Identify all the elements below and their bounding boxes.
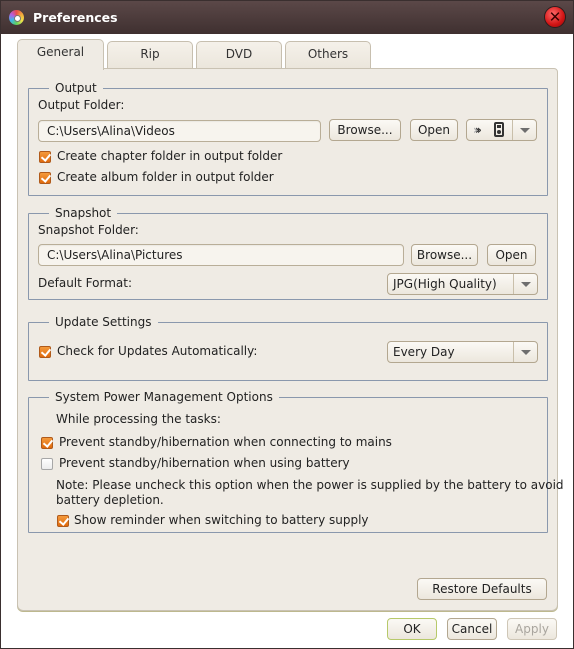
disc-app-icon	[9, 10, 24, 25]
battery-reminder-checkbox[interactable]	[57, 515, 69, 527]
snapshot-folder-input[interactable]: C:\Users\Alina\Pictures	[38, 244, 404, 266]
snapshot-open-button[interactable]: Open	[487, 244, 536, 266]
prevent-standby-mains-label: Prevent standby/hibernation when connect…	[59, 435, 392, 449]
chapter-folder-checkbox[interactable]	[39, 151, 51, 163]
tab-general[interactable]: General	[17, 39, 104, 70]
chevron-down-icon[interactable]	[513, 274, 537, 294]
apply-button[interactable]: Apply	[507, 618, 557, 640]
update-settings-legend: Update Settings	[49, 315, 158, 329]
update-frequency-value: Every Day	[393, 345, 455, 359]
snapshot-folder-label: Snapshot Folder:	[38, 223, 139, 237]
title-bar[interactable]: Preferences ✕	[1, 1, 573, 34]
forward-arrows-icon: ›››	[473, 123, 482, 137]
output-browse-button[interactable]: Browse...	[329, 119, 401, 141]
auto-update-checkbox[interactable]	[39, 346, 51, 358]
default-format-label: Default Format:	[38, 276, 132, 290]
prevent-standby-mains-checkbox[interactable]	[41, 437, 53, 449]
output-group-legend: Output	[49, 81, 103, 95]
chevron-down-icon[interactable]	[513, 342, 537, 362]
tab-label: Others	[307, 47, 349, 61]
power-intro-text: While processing the tasks:	[56, 412, 221, 426]
tab-label: General	[36, 45, 85, 59]
snapshot-browse-button[interactable]: Browse...	[411, 244, 478, 266]
tab-dvd[interactable]: DVD	[196, 41, 282, 68]
device-select[interactable]: ›››	[466, 119, 537, 141]
tab-others[interactable]: Others	[285, 41, 371, 68]
output-folder-label: Output Folder:	[38, 98, 125, 112]
power-management-legend: System Power Management Options	[49, 390, 279, 404]
portable-player-icon	[494, 122, 504, 137]
chevron-down-icon[interactable]	[512, 120, 536, 140]
close-icon[interactable]: ✕	[544, 6, 566, 28]
default-format-value: JPG(High Quality)	[393, 277, 497, 291]
output-folder-input[interactable]: C:\Users\Alina\Videos	[38, 120, 321, 142]
update-frequency-select[interactable]: Every Day	[387, 341, 538, 363]
chapter-folder-label: Create chapter folder in output folder	[57, 149, 283, 163]
prevent-standby-battery-checkbox[interactable]	[41, 458, 53, 470]
prevent-standby-battery-label: Prevent standby/hibernation when using b…	[59, 456, 350, 470]
preferences-dialog: Preferences ✕ General Rip DVD Others Out…	[0, 0, 574, 649]
ok-button[interactable]: OK	[387, 618, 437, 640]
cancel-button[interactable]: Cancel	[447, 618, 497, 640]
album-folder-checkbox[interactable]	[39, 172, 51, 184]
snapshot-group-legend: Snapshot	[49, 206, 118, 220]
auto-update-label: Check for Updates Automatically:	[57, 344, 258, 358]
battery-reminder-label: Show reminder when switching to battery …	[74, 513, 369, 527]
battery-note-line1: Note: Please uncheck this option when th…	[56, 478, 564, 492]
window-title: Preferences	[33, 10, 118, 25]
tab-rip[interactable]: Rip	[107, 41, 193, 68]
battery-note-line2: battery depletion.	[56, 493, 164, 507]
tab-label: DVD	[225, 47, 253, 61]
restore-defaults-button[interactable]: Restore Defaults	[417, 578, 547, 600]
album-folder-label: Create album folder in output folder	[57, 170, 274, 184]
tab-label: Rip	[140, 47, 160, 61]
default-format-select[interactable]: JPG(High Quality)	[387, 273, 538, 295]
output-open-button[interactable]: Open	[410, 119, 458, 141]
